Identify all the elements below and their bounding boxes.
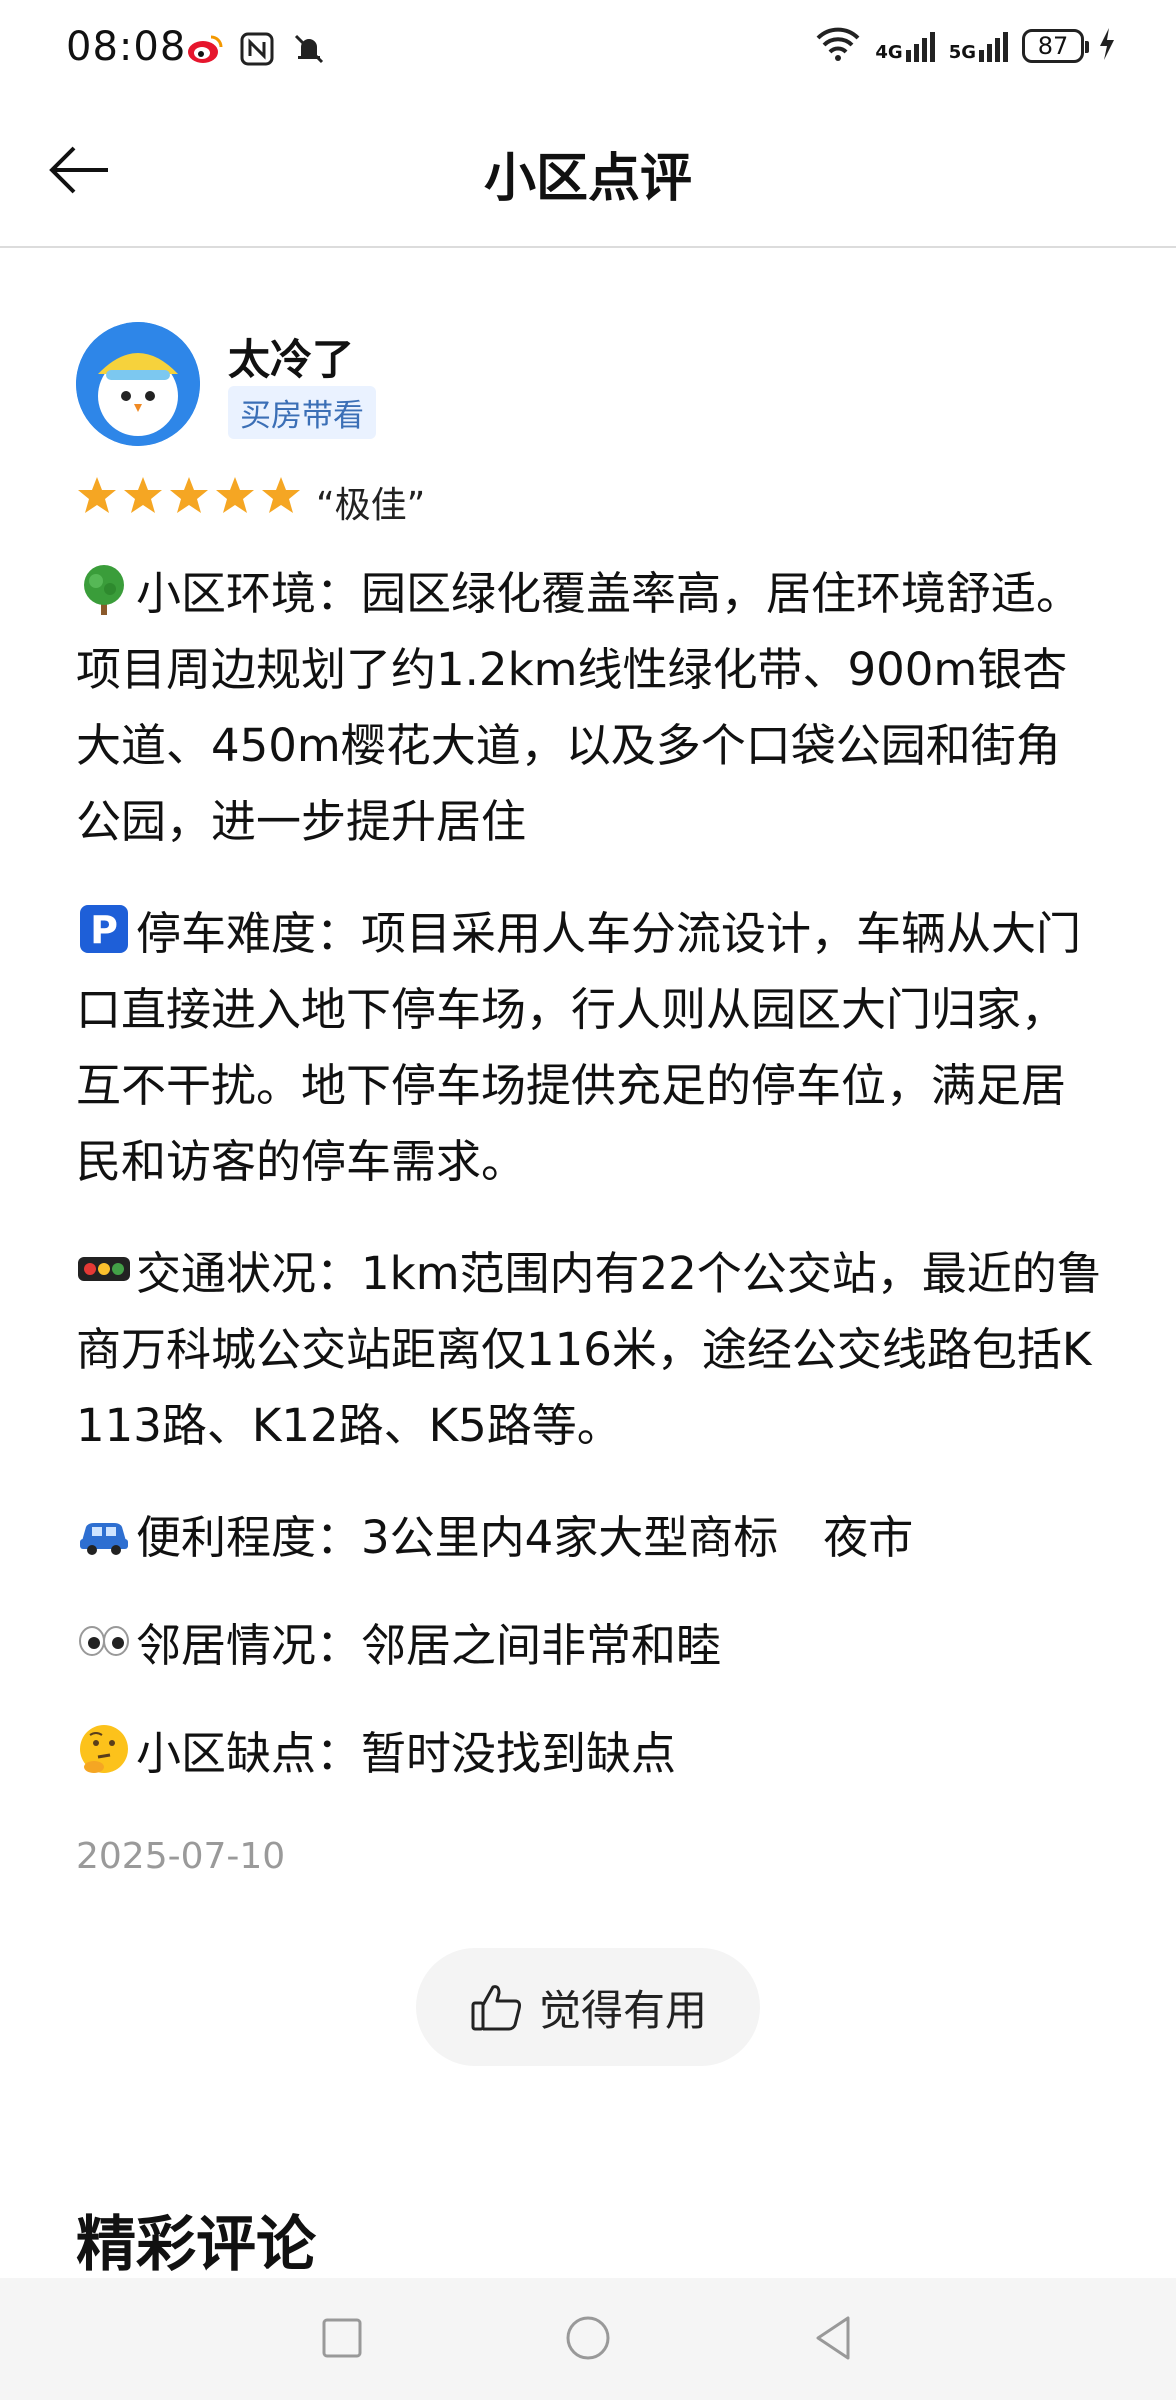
triangle-back-icon xyxy=(816,2316,850,2360)
back-nav-button[interactable] xyxy=(804,2308,864,2368)
review-paragraph-drawbacks: 小区缺点：暂时没找到缺点 xyxy=(76,1716,1102,1792)
nfc-icon xyxy=(238,30,276,68)
eyes-icon xyxy=(79,1626,129,1656)
network-type-2: 5G xyxy=(948,42,976,63)
review-paragraph-parking: P 停车难度：项目采用人车分流设计，车辆从大门口直接进入地下停车场，行人则从园区… xyxy=(76,896,1102,1200)
wifi-icon xyxy=(815,26,861,66)
thinking-face-icon xyxy=(80,1725,128,1773)
star-icon xyxy=(78,477,116,513)
home-button[interactable] xyxy=(558,2308,618,2368)
rating-text: “极佳” xyxy=(316,485,426,526)
review-paragraph-environment: 小区环境：园区绿化覆盖率高，居住环境舒适。项目周边规划了约1.2km线性绿化带、… xyxy=(76,556,1102,860)
header: 小区点评 xyxy=(0,100,1176,248)
circle-icon xyxy=(566,2316,610,2360)
signal-1-icon: 4G xyxy=(875,30,935,63)
review-paragraph-neighbors: 邻居情况：邻居之间非常和睦 xyxy=(76,1608,1102,1684)
tree-icon xyxy=(84,565,124,615)
weibo-icon xyxy=(186,30,224,68)
star-icon xyxy=(170,477,208,513)
convenience-text: 便利程度：3公里内4家大型商标 夜市 xyxy=(136,1511,914,1564)
parking-icon: P xyxy=(80,905,128,953)
review-date: 2025-07-10 xyxy=(76,1836,286,1877)
star-icon xyxy=(124,477,162,513)
user-tag-badge: 买房带看 xyxy=(228,386,376,439)
avatar[interactable] xyxy=(76,322,200,446)
traffic-light-icon xyxy=(78,1257,130,1281)
star-icon xyxy=(262,477,300,513)
signal-2-icon: 5G xyxy=(949,30,1008,62)
system-nav-bar xyxy=(0,2278,1176,2400)
svg-text:P: P xyxy=(90,908,118,952)
charging-icon xyxy=(1098,28,1116,64)
rating-stars xyxy=(76,474,302,516)
traffic-text: 交通状况：1km范围内有22个公交站，最近的鲁商万科城公交站距离仅116米，途经… xyxy=(76,1247,1102,1452)
useful-button-label: 觉得有用 xyxy=(538,1985,707,2035)
drawbacks-text: 小区缺点：暂时没找到缺点 xyxy=(136,1727,677,1780)
user-name[interactable]: 太冷了 xyxy=(228,326,354,387)
page-title: 小区点评 xyxy=(483,149,692,209)
parking-text: 停车难度：项目采用人车分流设计，车辆从大门口直接进入地下停车场，行人则从园区大门… xyxy=(76,907,1082,1188)
comments-section-title: 精彩评论 xyxy=(76,2210,316,2280)
status-bar: 08:08 4G 5G 87 xyxy=(0,0,1176,100)
battery-indicator: 87 xyxy=(1022,29,1089,63)
neighbors-text: 邻居情况：邻居之间非常和睦 xyxy=(136,1619,722,1672)
network-type-1: 4G xyxy=(875,42,903,63)
status-time: 08:08 xyxy=(66,24,187,70)
mute-icon xyxy=(290,30,328,68)
star-icon xyxy=(216,477,254,513)
review-paragraph-convenience: 便利程度：3公里内4家大型商标 夜市 xyxy=(76,1500,1102,1576)
thumbs-up-icon xyxy=(471,1985,521,2031)
useful-button[interactable]: 觉得有用 xyxy=(416,1948,760,2066)
square-icon xyxy=(322,2318,362,2358)
environment-text: 小区环境：园区绿化覆盖率高，居住环境舒适。项目周边规划了约1.2km线性绿化带、… xyxy=(76,567,1082,848)
car-icon xyxy=(80,1523,128,1555)
review-paragraph-traffic: 交通状况：1km范围内有22个公交站，最近的鲁商万科城公交站距离仅116米，途经… xyxy=(76,1236,1102,1464)
recent-apps-button[interactable] xyxy=(312,2308,372,2368)
review-body: 小区环境：园区绿化覆盖率高，居住环境舒适。项目周边规划了约1.2km线性绿化带、… xyxy=(76,556,1102,1824)
